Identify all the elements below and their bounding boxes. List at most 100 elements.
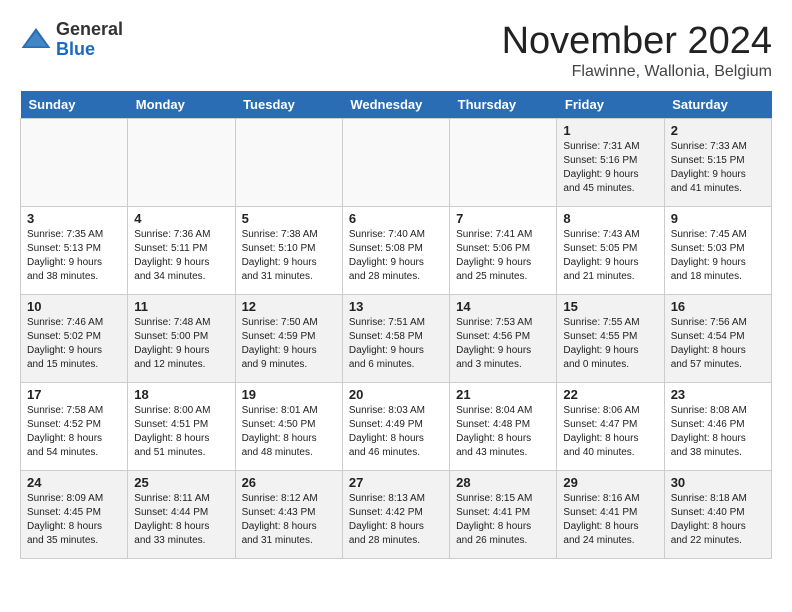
day-number: 24 xyxy=(27,475,121,490)
logo-text: General Blue xyxy=(56,20,123,60)
calendar-cell-1-6: 1Sunrise: 7:31 AM Sunset: 5:16 PM Daylig… xyxy=(557,119,664,207)
month-title: November 2024 xyxy=(502,20,772,63)
day-number: 29 xyxy=(563,475,657,490)
header: General Blue November 2024 Flawinne, Wal… xyxy=(20,20,772,81)
calendar-cell-3-5: 14Sunrise: 7:53 AM Sunset: 4:56 PM Dayli… xyxy=(450,295,557,383)
logo-blue-text: Blue xyxy=(56,40,123,60)
calendar-week-row-1: 1Sunrise: 7:31 AM Sunset: 5:16 PM Daylig… xyxy=(21,119,772,207)
day-info: Sunrise: 8:03 AM Sunset: 4:49 PM Dayligh… xyxy=(349,404,443,460)
day-number: 2 xyxy=(671,123,765,138)
day-info: Sunrise: 7:41 AM Sunset: 5:06 PM Dayligh… xyxy=(456,228,550,284)
day-number: 8 xyxy=(563,211,657,226)
day-info: Sunrise: 8:18 AM Sunset: 4:40 PM Dayligh… xyxy=(671,492,765,548)
day-number: 6 xyxy=(349,211,443,226)
day-info: Sunrise: 7:51 AM Sunset: 4:58 PM Dayligh… xyxy=(349,316,443,372)
day-info: Sunrise: 7:58 AM Sunset: 4:52 PM Dayligh… xyxy=(27,404,121,460)
day-info: Sunrise: 8:16 AM Sunset: 4:41 PM Dayligh… xyxy=(563,492,657,548)
day-number: 21 xyxy=(456,387,550,402)
calendar-cell-3-4: 13 Sunrise: 7:51 AM Sunset: 4:58 PM Dayli… xyxy=(342,295,449,383)
calendar-cell-4-7: 23 Sunrise: 8:08 AM Sunset: 4:46 PM Dayli… xyxy=(664,383,771,471)
day-number: 17 xyxy=(27,387,121,402)
title-area: November 2024 Flawinne, Wallonia, Belgiu… xyxy=(502,20,772,81)
day-number: 5 xyxy=(242,211,336,226)
day-number: 23 xyxy=(671,387,765,402)
calendar-cell-2-6: 8 Sunrise: 7:43 AM Sunset: 5:05 PM Daylig… xyxy=(557,207,664,295)
calendar-cell-5-5: 28Sunrise: 8:15 AM Sunset: 4:41 PM Dayli… xyxy=(450,471,557,559)
day-number: 28 xyxy=(456,475,550,490)
calendar-cell-2-2: 4Sunrise: 7:36 AM Sunset: 5:11 PM Daylig… xyxy=(128,207,235,295)
calendar-cell-4-5: 21 Sunrise: 8:04 AM Sunset: 4:48 PM Dayli… xyxy=(450,383,557,471)
day-info: Sunrise: 7:45 AM Sunset: 5:03 PM Dayligh… xyxy=(671,228,765,284)
calendar-week-row-4: 17 Sunrise: 7:58 AM Sunset: 4:52 PM Dayli… xyxy=(21,383,772,471)
weekday-header-monday: Monday xyxy=(128,91,235,119)
calendar-cell-5-3: 26Sunrise: 8:12 AM Sunset: 4:43 PM Dayli… xyxy=(235,471,342,559)
weekday-header-saturday: Saturday xyxy=(664,91,771,119)
day-number: 4 xyxy=(134,211,228,226)
weekday-header-tuesday: Tuesday xyxy=(235,91,342,119)
weekday-header-sunday: Sunday xyxy=(21,91,128,119)
day-number: 10 xyxy=(27,299,121,314)
calendar-cell-5-7: 30 Sunrise: 8:18 AM Sunset: 4:40 PM Dayli… xyxy=(664,471,771,559)
day-info: Sunrise: 7:50 AM Sunset: 4:59 PM Dayligh… xyxy=(242,316,336,372)
day-info: Sunrise: 8:04 AM Sunset: 4:48 PM Dayligh… xyxy=(456,404,550,460)
day-info: Sunrise: 7:35 AM Sunset: 5:13 PM Dayligh… xyxy=(27,228,121,284)
calendar-cell-1-4 xyxy=(342,119,449,207)
calendar-week-row-5: 24 Sunrise: 8:09 AM Sunset: 4:45 PM Dayli… xyxy=(21,471,772,559)
logo: General Blue xyxy=(20,20,123,60)
day-info: Sunrise: 7:53 AM Sunset: 4:56 PM Dayligh… xyxy=(456,316,550,372)
day-info: Sunrise: 8:12 AM Sunset: 4:43 PM Dayligh… xyxy=(242,492,336,548)
calendar-cell-3-6: 15Sunrise: 7:55 AM Sunset: 4:55 PM Dayli… xyxy=(557,295,664,383)
calendar-cell-4-1: 17 Sunrise: 7:58 AM Sunset: 4:52 PM Dayli… xyxy=(21,383,128,471)
weekday-header-thursday: Thursday xyxy=(450,91,557,119)
calendar-cell-3-1: 10Sunrise: 7:46 AM Sunset: 5:02 PM Dayli… xyxy=(21,295,128,383)
day-number: 25 xyxy=(134,475,228,490)
day-info: Sunrise: 8:11 AM Sunset: 4:44 PM Dayligh… xyxy=(134,492,228,548)
day-info: Sunrise: 8:01 AM Sunset: 4:50 PM Dayligh… xyxy=(242,404,336,460)
day-number: 16 xyxy=(671,299,765,314)
logo-icon xyxy=(20,24,52,56)
calendar-cell-1-1 xyxy=(21,119,128,207)
calendar-cell-3-7: 16Sunrise: 7:56 AM Sunset: 4:54 PM Dayli… xyxy=(664,295,771,383)
day-number: 19 xyxy=(242,387,336,402)
day-number: 12 xyxy=(242,299,336,314)
day-info: Sunrise: 8:13 AM Sunset: 4:42 PM Dayligh… xyxy=(349,492,443,548)
calendar-cell-5-4: 27 Sunrise: 8:13 AM Sunset: 4:42 PM Dayli… xyxy=(342,471,449,559)
calendar-cell-2-1: 3 Sunrise: 7:35 AM Sunset: 5:13 PM Daylig… xyxy=(21,207,128,295)
weekday-header-wednesday: Wednesday xyxy=(342,91,449,119)
location-title: Flawinne, Wallonia, Belgium xyxy=(502,63,772,81)
day-number: 3 xyxy=(27,211,121,226)
day-info: Sunrise: 8:08 AM Sunset: 4:46 PM Dayligh… xyxy=(671,404,765,460)
day-number: 13 xyxy=(349,299,443,314)
day-number: 30 xyxy=(671,475,765,490)
logo-general-text: General xyxy=(56,20,123,40)
calendar-week-row-2: 3 Sunrise: 7:35 AM Sunset: 5:13 PM Daylig… xyxy=(21,207,772,295)
calendar-cell-5-2: 25 Sunrise: 8:11 AM Sunset: 4:44 PM Dayli… xyxy=(128,471,235,559)
calendar-cell-1-2 xyxy=(128,119,235,207)
calendar-cell-2-5: 7 Sunrise: 7:41 AM Sunset: 5:06 PM Daylig… xyxy=(450,207,557,295)
day-number: 27 xyxy=(349,475,443,490)
day-number: 11 xyxy=(134,299,228,314)
calendar-cell-2-4: 6Sunrise: 7:40 AM Sunset: 5:08 PM Daylig… xyxy=(342,207,449,295)
calendar-week-row-3: 10Sunrise: 7:46 AM Sunset: 5:02 PM Dayli… xyxy=(21,295,772,383)
calendar-cell-5-6: 29 Sunrise: 8:16 AM Sunset: 4:41 PM Dayli… xyxy=(557,471,664,559)
day-number: 9 xyxy=(671,211,765,226)
day-info: Sunrise: 7:48 AM Sunset: 5:00 PM Dayligh… xyxy=(134,316,228,372)
day-number: 18 xyxy=(134,387,228,402)
calendar-cell-1-5 xyxy=(450,119,557,207)
calendar-cell-4-3: 19 Sunrise: 8:01 AM Sunset: 4:50 PM Dayli… xyxy=(235,383,342,471)
calendar-cell-5-1: 24 Sunrise: 8:09 AM Sunset: 4:45 PM Dayli… xyxy=(21,471,128,559)
calendar-cell-3-3: 12 Sunrise: 7:50 AM Sunset: 4:59 PM Dayli… xyxy=(235,295,342,383)
day-number: 15 xyxy=(563,299,657,314)
day-info: Sunrise: 8:06 AM Sunset: 4:47 PM Dayligh… xyxy=(563,404,657,460)
day-info: Sunrise: 7:43 AM Sunset: 5:05 PM Dayligh… xyxy=(563,228,657,284)
calendar-cell-4-6: 22Sunrise: 8:06 AM Sunset: 4:47 PM Dayli… xyxy=(557,383,664,471)
weekday-header-row: SundayMondayTuesdayWednesdayThursdayFrid… xyxy=(21,91,772,119)
day-info: Sunrise: 8:00 AM Sunset: 4:51 PM Dayligh… xyxy=(134,404,228,460)
weekday-header-friday: Friday xyxy=(557,91,664,119)
day-number: 20 xyxy=(349,387,443,402)
calendar-cell-2-7: 9 Sunrise: 7:45 AM Sunset: 5:03 PM Daylig… xyxy=(664,207,771,295)
day-info: Sunrise: 8:09 AM Sunset: 4:45 PM Dayligh… xyxy=(27,492,121,548)
day-info: Sunrise: 7:31 AM Sunset: 5:16 PM Dayligh… xyxy=(563,140,657,196)
calendar-cell-2-3: 5Sunrise: 7:38 AM Sunset: 5:10 PM Daylig… xyxy=(235,207,342,295)
day-number: 7 xyxy=(456,211,550,226)
